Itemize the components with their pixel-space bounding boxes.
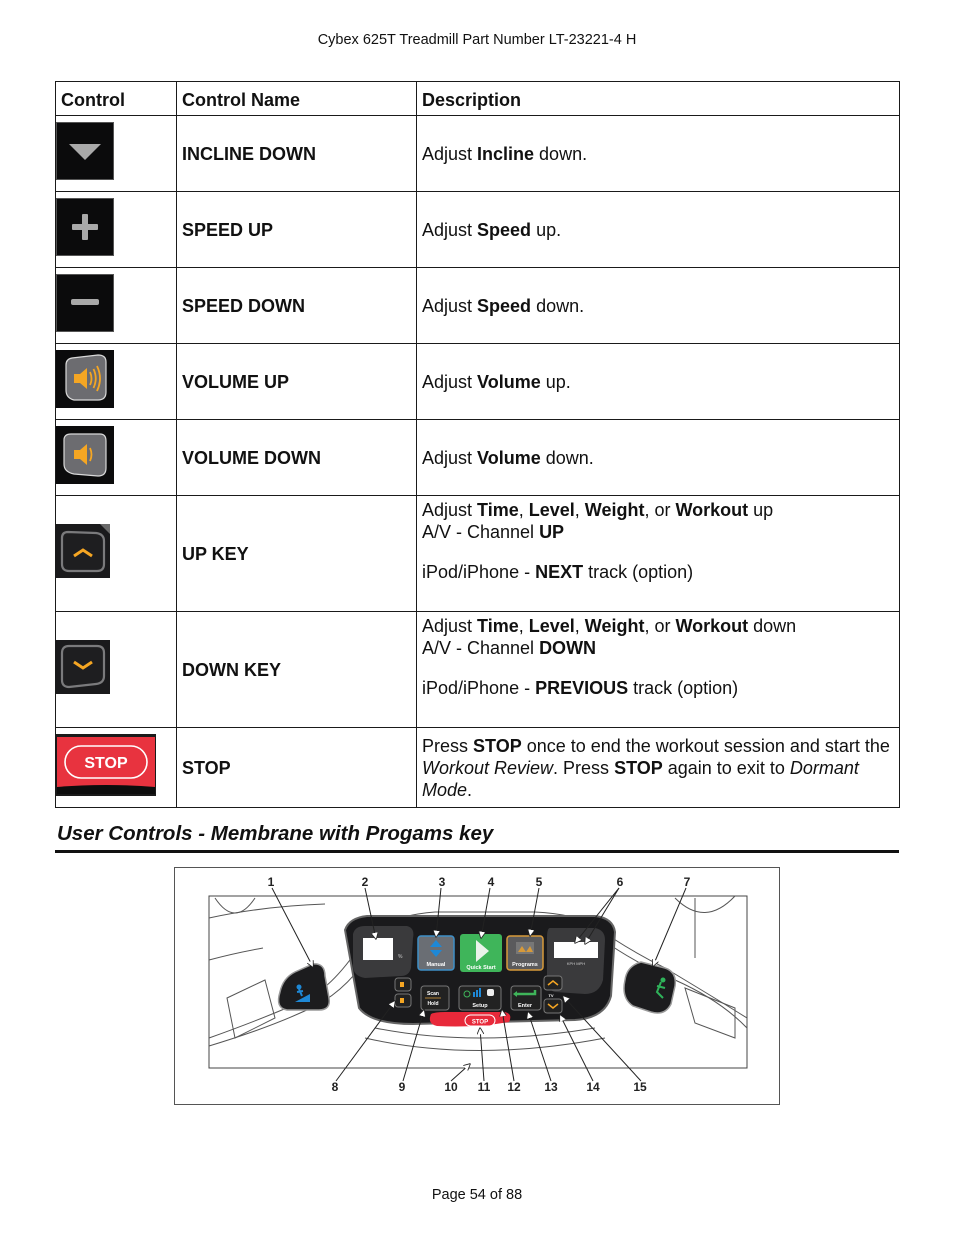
table-row: UP KEY Adjust Time, Level, Weight, or Wo… bbox=[55, 495, 900, 612]
callout-3: 3 bbox=[439, 875, 446, 889]
callout-6: 6 bbox=[617, 875, 624, 889]
hold-label: Hold bbox=[427, 1001, 438, 1007]
control-description: Adjust Time, Level, Weight, or Workout d… bbox=[416, 611, 900, 728]
control-name: DOWN KEY bbox=[176, 611, 417, 728]
control-name: VOLUME DOWN bbox=[176, 419, 417, 496]
callout-1: 1 bbox=[268, 875, 275, 889]
control-description: Adjust Speed down. bbox=[416, 267, 900, 344]
tv-label: TV bbox=[548, 993, 553, 998]
percent-label: % bbox=[398, 954, 403, 960]
section-title: User Controls - Membrane with Progams ke… bbox=[57, 822, 494, 845]
callout-15: 15 bbox=[633, 1080, 647, 1094]
callout-13: 13 bbox=[544, 1080, 558, 1094]
table-row: SPEED UP Adjust Speed up. bbox=[55, 191, 900, 268]
control-description: Adjust Incline down. bbox=[416, 115, 900, 192]
control-name: INCLINE DOWN bbox=[176, 115, 417, 192]
control-name: SPEED UP bbox=[176, 191, 417, 268]
table-header-row: Control Control Name Description bbox=[55, 81, 900, 116]
callout-14: 14 bbox=[586, 1080, 600, 1094]
programs-label: Programs bbox=[512, 962, 538, 968]
column-header-control-name: Control Name bbox=[176, 81, 417, 116]
callout-4: 4 bbox=[488, 875, 495, 889]
control-description: Adjust Volume down. bbox=[416, 419, 900, 496]
stop-bar-label: STOP bbox=[472, 1020, 488, 1026]
controls-table: Control Control Name Description INCLINE… bbox=[55, 81, 900, 808]
control-name: STOP bbox=[176, 727, 417, 808]
callout-12: 12 bbox=[507, 1080, 521, 1094]
control-description: Press STOP once to end the workout sessi… bbox=[416, 727, 900, 808]
section-divider bbox=[55, 850, 899, 853]
control-name: VOLUME UP bbox=[176, 343, 417, 420]
speed-down-icon bbox=[56, 274, 114, 337]
callout-9: 9 bbox=[399, 1080, 406, 1094]
control-name: UP KEY bbox=[176, 495, 417, 612]
units-label: KPH MPH bbox=[567, 961, 585, 966]
table-row: STOP STOP Press STOP once to end the wor… bbox=[55, 727, 900, 808]
control-description: Adjust Speed up. bbox=[416, 191, 900, 268]
table-row: VOLUME UP Adjust Volume up. bbox=[55, 343, 900, 420]
setup-label: Setup bbox=[472, 1003, 488, 1009]
manual-label: Manual bbox=[427, 962, 446, 968]
document-header: Cybex 625T Treadmill Part Number LT-2322… bbox=[317, 32, 637, 48]
callout-8: 8 bbox=[332, 1080, 339, 1094]
control-name: SPEED DOWN bbox=[176, 267, 417, 344]
quick-start-label: Quick Start bbox=[466, 965, 496, 971]
page-number: Page 54 of 88 bbox=[431, 1187, 523, 1203]
volume-down-icon bbox=[56, 426, 114, 489]
table-row: DOWN KEY Adjust Time, Level, Weight, or … bbox=[55, 611, 900, 728]
up-key-icon bbox=[56, 524, 110, 583]
stop-icon: STOP bbox=[56, 734, 156, 801]
callout-2: 2 bbox=[362, 875, 369, 889]
table-row: VOLUME DOWN Adjust Volume down. bbox=[55, 419, 900, 496]
table-row: SPEED DOWN Adjust Speed down. bbox=[55, 267, 900, 344]
console-illustration: % KPH MPH Manual Quick Start Programs Sc… bbox=[208, 875, 748, 1094]
column-header-description: Description bbox=[416, 81, 900, 116]
membrane-diagram: % KPH MPH Manual Quick Start Programs Sc… bbox=[174, 867, 780, 1105]
scan-label: Scan bbox=[427, 991, 439, 997]
enter-label: Enter bbox=[518, 1003, 533, 1009]
control-description: Adjust Time, Level, Weight, or Workout u… bbox=[416, 495, 900, 612]
column-header-control: Control bbox=[55, 81, 177, 116]
volume-up-icon bbox=[56, 350, 114, 413]
callout-11: 11 bbox=[478, 1080, 491, 1094]
callout-5: 5 bbox=[536, 875, 543, 889]
incline-down-icon bbox=[56, 122, 114, 185]
table-row: INCLINE DOWN Adjust Incline down. bbox=[55, 115, 900, 192]
callout-7: 7 bbox=[684, 875, 691, 889]
stop-icon-label: STOP bbox=[84, 755, 128, 772]
down-key-icon bbox=[56, 640, 110, 699]
speed-up-icon bbox=[56, 198, 114, 261]
callout-10: 10 bbox=[444, 1080, 458, 1094]
control-description: Adjust Volume up. bbox=[416, 343, 900, 420]
